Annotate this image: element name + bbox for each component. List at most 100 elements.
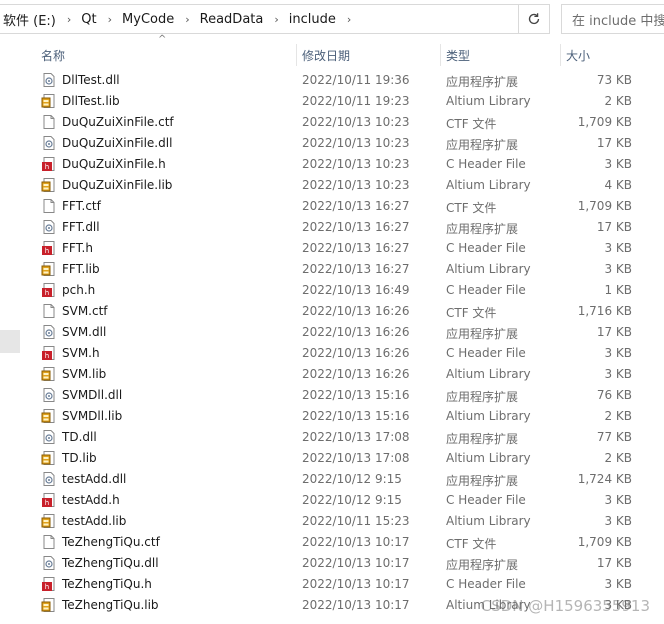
- column-date-header[interactable]: 修改日期: [302, 47, 350, 64]
- column-header: 名称 修改日期 类型 大小: [0, 44, 664, 66]
- file-type: Altium Library: [446, 367, 531, 381]
- column-divider[interactable]: [560, 44, 561, 66]
- file-type: 应用程序扩展: [446, 432, 519, 446]
- dll-icon: [41, 429, 57, 445]
- file-name: DuQuZuiXinFile.ctf: [62, 115, 174, 129]
- svg-text:h: h: [45, 499, 49, 507]
- chevron-right-icon[interactable]: ›: [267, 13, 285, 26]
- file-icon: [41, 114, 57, 130]
- column-type-header[interactable]: 类型: [446, 47, 470, 64]
- file-row[interactable]: TeZhengTiQu.ctf 2022/10/13 10:17 CTF 文件 1,7…: [0, 532, 664, 553]
- breadcrumb-item[interactable]: ReadData: [197, 12, 268, 27]
- file-type: CTF 文件: [446, 306, 497, 320]
- breadcrumb-item[interactable]: include: [286, 12, 340, 27]
- file-row[interactable]: SVMDll.lib 2022/10/13 15:16 Altium Library…: [0, 406, 664, 427]
- file-name: DuQuZuiXinFile.lib: [62, 178, 173, 192]
- file-row[interactable]: h testAdd.h 2022/10/12 9:15 C Header File 3 …: [0, 490, 664, 511]
- header-icon: h: [41, 492, 57, 508]
- file-type: C Header File: [446, 493, 526, 507]
- file-size: 3 KB: [604, 157, 632, 171]
- file-type: Altium Library: [446, 598, 531, 612]
- file-row[interactable]: DuQuZuiXinFile.dll 2022/10/13 10:23 应用程序扩展…: [0, 133, 664, 154]
- file-name: DllTest.lib: [62, 94, 120, 108]
- file-row[interactable]: DllTest.lib 2022/10/11 19:23 Altium Librar…: [0, 91, 664, 112]
- file-size: 17 KB: [596, 325, 632, 339]
- column-size-header[interactable]: 大小: [566, 47, 590, 64]
- svg-text:h: h: [45, 352, 49, 360]
- header-icon: h: [41, 240, 57, 256]
- file-row[interactable]: h SVM.h 2022/10/13 16:26 C Header File 3 KB: [0, 343, 664, 364]
- file-name: DuQuZuiXinFile.dll: [62, 136, 173, 150]
- file-row[interactable]: DllTest.dll 2022/10/11 19:36 应用程序扩展 73 KB: [0, 70, 664, 91]
- file-row[interactable]: SVM.dll 2022/10/13 16:26 应用程序扩展 17 KB: [0, 322, 664, 343]
- breadcrumb-item[interactable]: Qt: [78, 12, 100, 27]
- file-type: 应用程序扩展: [446, 558, 519, 572]
- svg-text:h: h: [45, 289, 49, 297]
- file-size: 1,716 KB: [577, 304, 632, 318]
- file-date: 2022/10/13 16:26: [302, 367, 410, 381]
- chevron-right-icon[interactable]: ›: [340, 13, 358, 26]
- file-row[interactable]: SVMDll.dll 2022/10/13 15:16 应用程序扩展 76 KB: [0, 385, 664, 406]
- file-name: TD.dll: [62, 430, 97, 444]
- file-name: testAdd.dll: [62, 472, 127, 486]
- file-row[interactable]: h DuQuZuiXinFile.h 2022/10/13 10:23 C Heade…: [0, 154, 664, 175]
- chevron-right-icon[interactable]: ›: [60, 13, 78, 26]
- file-type: Altium Library: [446, 178, 531, 192]
- file-row[interactable]: TD.lib 2022/10/13 17:08 Altium Library 2 KB: [0, 448, 664, 469]
- file-size: 17 KB: [596, 220, 632, 234]
- breadcrumb[interactable]: 软件 (E:) › Qt › MyCode › ReadData › include ›: [0, 4, 519, 34]
- file-size: 1,709 KB: [577, 115, 632, 129]
- file-row[interactable]: h FFT.h 2022/10/13 16:27 C Header File 3 KB: [0, 238, 664, 259]
- file-row[interactable]: DuQuZuiXinFile.lib 2022/10/13 10:23 Altium…: [0, 175, 664, 196]
- file-row[interactable]: SVM.ctf 2022/10/13 16:26 CTF 文件 1,716 KB: [0, 301, 664, 322]
- file-date: 2022/10/13 16:27: [302, 220, 410, 234]
- column-divider[interactable]: [296, 44, 297, 66]
- file-size: 2 KB: [604, 409, 632, 423]
- file-date: 2022/10/11 19:36: [302, 73, 410, 87]
- file-row[interactable]: TD.dll 2022/10/13 17:08 应用程序扩展 77 KB: [0, 427, 664, 448]
- file-name: SVM.h: [62, 346, 100, 360]
- file-date: 2022/10/13 10:23: [302, 157, 410, 171]
- search-input[interactable]: 在 include 中搜索: [561, 4, 664, 34]
- column-name-header[interactable]: 名称: [41, 47, 65, 64]
- file-name: SVMDll.dll: [62, 388, 123, 402]
- file-name: testAdd.h: [62, 493, 120, 507]
- file-date: 2022/10/13 16:49: [302, 283, 410, 297]
- file-row[interactable]: FFT.dll 2022/10/13 16:27 应用程序扩展 17 KB: [0, 217, 664, 238]
- file-row[interactable]: FFT.ctf 2022/10/13 16:27 CTF 文件 1,709 KB: [0, 196, 664, 217]
- chevron-right-icon[interactable]: ›: [178, 13, 196, 26]
- file-row[interactable]: h TeZhengTiQu.h 2022/10/13 10:17 C Header F…: [0, 574, 664, 595]
- lib-icon: [41, 261, 57, 277]
- file-row[interactable]: testAdd.dll 2022/10/12 9:15 应用程序扩展 1,724 KB: [0, 469, 664, 490]
- file-row[interactable]: testAdd.lib 2022/10/11 15:23 Altium Librar…: [0, 511, 664, 532]
- file-type: Altium Library: [446, 94, 531, 108]
- file-row[interactable]: SVM.lib 2022/10/13 16:26 Altium Library 3 K…: [0, 364, 664, 385]
- file-row[interactable]: DuQuZuiXinFile.ctf 2022/10/13 10:23 CTF 文件…: [0, 112, 664, 133]
- file-type: CTF 文件: [446, 117, 497, 131]
- file-date: 2022/10/13 16:26: [302, 325, 410, 339]
- file-size: 3 KB: [604, 577, 632, 591]
- file-size: 1,709 KB: [577, 535, 632, 549]
- file-type: CTF 文件: [446, 537, 497, 551]
- search-placeholder: 在 include 中搜索: [572, 13, 664, 29]
- file-date: 2022/10/13 17:08: [302, 430, 410, 444]
- file-size: 73 KB: [596, 73, 632, 87]
- file-size: 77 KB: [596, 430, 632, 444]
- file-row[interactable]: TeZhengTiQu.dll 2022/10/13 10:17 应用程序扩展 17 …: [0, 553, 664, 574]
- chevron-right-icon[interactable]: ›: [101, 13, 119, 26]
- file-row[interactable]: FFT.lib 2022/10/13 16:27 Altium Library 3 K…: [0, 259, 664, 280]
- file-type: 应用程序扩展: [446, 474, 519, 488]
- file-row[interactable]: h pch.h 2022/10/13 16:49 C Header File 1 KB: [0, 280, 664, 301]
- file-name: SVM.dll: [62, 325, 107, 339]
- file-size: 2 KB: [604, 451, 632, 465]
- file-date: 2022/10/12 9:15: [302, 493, 402, 507]
- file-size: 3 KB: [604, 262, 632, 276]
- column-divider[interactable]: [440, 44, 441, 66]
- file-size: 1,709 KB: [577, 199, 632, 213]
- file-row[interactable]: TeZhengTiQu.lib 2022/10/13 10:17 Altium Li…: [0, 595, 664, 616]
- file-size: 2 KB: [604, 94, 632, 108]
- svg-text:h: h: [45, 163, 49, 171]
- refresh-button[interactable]: [519, 4, 550, 34]
- breadcrumb-item[interactable]: 软件 (E:): [0, 10, 60, 29]
- breadcrumb-item[interactable]: MyCode: [119, 12, 178, 27]
